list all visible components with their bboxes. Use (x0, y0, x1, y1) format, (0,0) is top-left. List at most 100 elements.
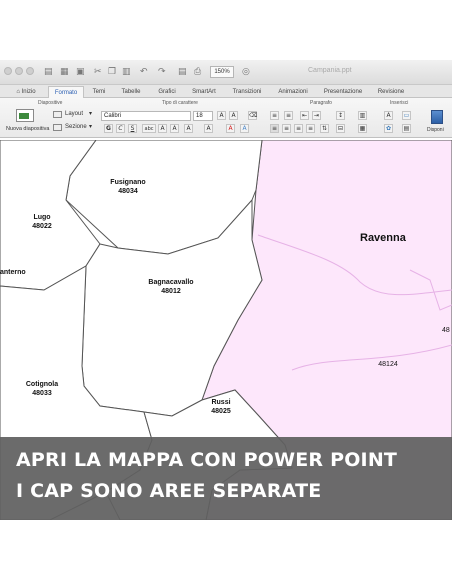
section-label: Sezione (65, 124, 87, 130)
cut-icon[interactable]: ✂ (94, 66, 102, 78)
section-icon (53, 124, 62, 131)
tab-formato[interactable]: Formato (48, 86, 84, 98)
help-icon[interactable]: ◎ (242, 66, 250, 78)
change-case-button[interactable]: A (204, 124, 213, 133)
new-slide-icon (16, 109, 34, 122)
tab-inizio[interactable]: ⌂ Inizio (12, 86, 40, 98)
place-lugo[interactable]: Lugo 48022 (20, 213, 64, 231)
columns-icon[interactable]: ▥ (358, 111, 367, 120)
print-icon[interactable]: ⎙ (194, 66, 201, 78)
zoom-window-button[interactable] (26, 67, 34, 75)
place-fusignano[interactable]: Fusignano 48034 (100, 178, 156, 196)
place-cap: 48025 (211, 408, 231, 415)
place-bagnacavallo[interactable]: Bagnacavallo 48012 (134, 278, 208, 296)
group-label-paragraph: Paragrafo (310, 100, 332, 106)
font-name-field[interactable]: Calibri (101, 111, 191, 121)
place-name: Lugo (33, 214, 51, 221)
place-name: Cotignola (25, 381, 59, 388)
undo-icon[interactable]: ↶ (140, 66, 148, 78)
tab-animazioni[interactable]: Animazioni (272, 86, 314, 98)
line-spacing-icon[interactable]: ↕ (336, 111, 345, 120)
smartart-convert-button[interactable]: ▦ (358, 124, 367, 133)
font-color-button[interactable]: A (226, 124, 235, 133)
align-right-button[interactable]: ≡ (294, 124, 303, 133)
tab-revisione[interactable]: Revisione (372, 86, 410, 98)
place-cap: 48022 (32, 223, 52, 230)
place-name: Fusignano (110, 179, 146, 186)
font-size-field[interactable]: 18 (193, 111, 213, 121)
close-window-button[interactable] (4, 67, 12, 75)
paste-icon[interactable]: ▥ (122, 66, 131, 78)
place-cap: 48012 (161, 288, 181, 295)
text-direction-button[interactable]: ⇅ (320, 124, 329, 133)
partial-place-label: anterno (0, 269, 26, 276)
shrink-font-button[interactable]: A (229, 111, 238, 120)
caption-line-1: APRI LA MAPPA CON POWER POINT (16, 449, 398, 471)
place-cotignola[interactable]: Cotignola 48033 (18, 380, 66, 398)
place-cap: 48033 (32, 390, 52, 397)
align-left-button[interactable]: ≡ (270, 124, 279, 133)
italic-button[interactable]: C (116, 124, 125, 133)
group-label-slides: Diapositive (38, 100, 63, 106)
subscript-button[interactable]: A (170, 124, 179, 133)
title-bar: ▤ ▦ ▣ ✂ ❐ ▥ ↶ ↷ ▤ ⎙ 150% ◎ Campania.ppt (0, 60, 452, 85)
strikethrough-button[interactable]: abc (142, 124, 156, 133)
media-insert-icon[interactable]: ▤ (402, 124, 411, 133)
tab-tabelle[interactable]: Tabelle (115, 86, 147, 98)
text-effects-button[interactable]: A (184, 124, 193, 133)
place-name: Bagnacavallo (148, 279, 194, 286)
bullets-icon[interactable]: ≡ (270, 111, 279, 120)
superscript-button[interactable]: A (158, 124, 167, 133)
zoom-box[interactable]: 150% (210, 66, 234, 78)
grow-font-button[interactable]: A (217, 111, 226, 120)
tab-temi[interactable]: Temi (86, 86, 112, 98)
layout-label: Layout (65, 111, 84, 117)
ribbon-tabs: ⌂ Inizio Formato Temi Tabelle Grafici Sm… (0, 85, 452, 98)
layout-icon (53, 111, 62, 118)
picture-icon[interactable]: ✿ (384, 124, 393, 133)
arrange-button[interactable]: Disponi (424, 108, 450, 137)
shape-icon[interactable]: ▭ (402, 111, 411, 120)
partial-cap-label: 48 (442, 327, 450, 334)
place-cap-48124[interactable]: 48124 (372, 360, 404, 369)
arrange-icon (431, 110, 443, 124)
chevron-down-icon: ▾ (89, 111, 93, 117)
underline-button[interactable]: S (128, 124, 137, 133)
copy-icon[interactable]: ❐ (108, 66, 116, 78)
place-russi[interactable]: Russi 48025 (198, 398, 244, 416)
align-text-button[interactable]: ⊟ (336, 124, 345, 133)
save-icon[interactable]: ▣ (76, 66, 85, 78)
section-button[interactable]: Sezione ▾ (53, 123, 95, 133)
ribbon: Diapositive Tipo di carattere Paragrafo … (0, 98, 452, 138)
caption-banner: APRI LA MAPPA CON POWER POINT I CAP SONO… (0, 437, 452, 520)
caption-line-2: I CAP SONO AREE SEPARATE (16, 480, 322, 502)
place-name: Russi (211, 399, 231, 406)
clear-format-icon[interactable]: ⌫ (248, 111, 257, 120)
tab-label: Inizio (21, 89, 36, 95)
new-slide-button[interactable]: Nuova diapositiva (6, 108, 50, 137)
layout-button[interactable]: Layout ▾ (53, 110, 95, 120)
document-title: Campania.ppt (308, 67, 352, 74)
open-folder-icon[interactable]: ▦ (60, 66, 69, 78)
new-document-icon[interactable]: ▤ (44, 66, 53, 78)
bold-button[interactable]: G (104, 124, 113, 133)
media-icon[interactable]: ▤ (178, 66, 187, 78)
tab-presentazione[interactable]: Presentazione (318, 86, 368, 98)
decrease-indent-icon[interactable]: ⇤ (300, 111, 309, 120)
city-label-ravenna: Ravenna (360, 232, 406, 244)
align-center-button[interactable]: ≡ (282, 124, 291, 133)
new-slide-label: Nuova diapositiva (6, 126, 50, 132)
highlight-button[interactable]: A (240, 124, 249, 133)
tab-smartart[interactable]: SmartArt (186, 86, 222, 98)
arrange-label: Disponi (427, 127, 444, 133)
tab-grafici[interactable]: Grafici (152, 86, 182, 98)
minimize-window-button[interactable] (15, 67, 23, 75)
place-cap: 48034 (118, 188, 138, 195)
justify-button[interactable]: ≡ (306, 124, 315, 133)
textbox-icon[interactable]: A (384, 111, 393, 120)
redo-icon[interactable]: ↷ (158, 66, 166, 78)
increase-indent-icon[interactable]: ⇥ (312, 111, 321, 120)
numbering-icon[interactable]: ≡ (284, 111, 293, 120)
chevron-down-icon: ▾ (89, 124, 93, 130)
tab-transizioni[interactable]: Transizioni (226, 86, 268, 98)
